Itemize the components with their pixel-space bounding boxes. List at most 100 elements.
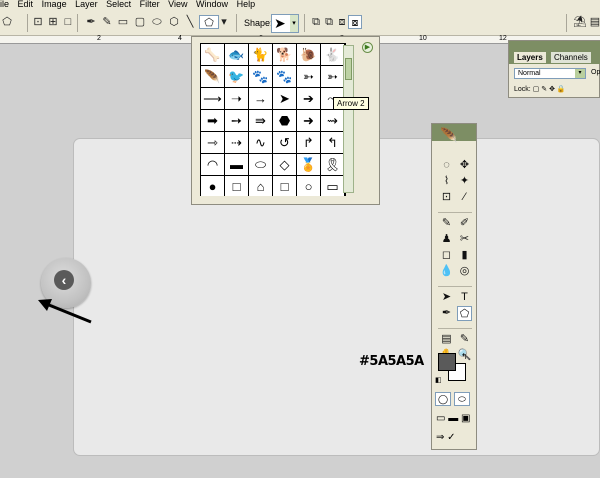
screen-mode-buttons: ▭ ▬ ▣: [436, 411, 472, 427]
lock-label: Lock:: [514, 86, 531, 93]
shape-swatch[interactable]: 🪶: [201, 66, 224, 87]
blend-mode-value: Normal: [518, 70, 541, 77]
tool-button[interactable]: ✒: [439, 306, 454, 321]
shape-swatch[interactable]: ➝: [225, 88, 248, 109]
layers-panel: Layers Channels Normal ▾ Op Lock: ▢ ✎ ✥ …: [508, 40, 600, 98]
separator: [438, 206, 472, 213]
lock-all-icon[interactable]: 🔒: [557, 86, 566, 93]
full-screen-menu-icon[interactable]: ▬: [448, 413, 458, 424]
tool-button[interactable]: ◌: [439, 158, 454, 173]
tool-button[interactable]: ✎: [439, 216, 454, 231]
full-screen-icon[interactable]: ▣: [461, 413, 470, 424]
chevron-down-icon[interactable]: ▾: [575, 69, 585, 78]
tool-button[interactable]: ▤: [439, 332, 454, 347]
feather-icon: 🪶: [440, 127, 458, 143]
tool-button[interactable]: ➤: [439, 290, 454, 305]
shape-swatch[interactable]: ⬭: [249, 154, 272, 175]
tab-channels[interactable]: Channels: [551, 52, 591, 63]
shape-swatch[interactable]: ↰: [321, 132, 344, 153]
shape-swatch[interactable]: ➔: [297, 88, 320, 109]
shape-swatch[interactable]: 🐦: [225, 66, 248, 87]
scrollbar-thumb[interactable]: [345, 58, 352, 80]
jump-to-icon[interactable]: ⇒: [436, 432, 444, 443]
tool-button[interactable]: ⌇: [439, 174, 454, 189]
lock-row: Lock: ▢ ✎ ✥ 🔒: [514, 85, 566, 93]
shape-swatch[interactable]: ◠: [201, 154, 224, 175]
tool-button[interactable]: 💧: [439, 264, 454, 279]
quick-mask-icon[interactable]: ⬭: [454, 392, 470, 406]
shape-tooltip: Arrow 2: [333, 97, 369, 110]
shape-swatch[interactable]: □: [225, 176, 248, 196]
shape-swatch[interactable]: 🦴: [201, 44, 224, 65]
tool-button[interactable]: ⊡: [439, 190, 454, 205]
shape-swatch[interactable]: ◇: [273, 154, 296, 175]
color-hex-annotation: #5A5A5A: [359, 354, 424, 369]
separator: [438, 322, 472, 329]
swap-colors-icon[interactable]: ↰: [461, 352, 468, 361]
separator: [438, 280, 472, 287]
tool-button[interactable]: ✐: [457, 216, 472, 231]
shape-swatch[interactable]: ○: [297, 176, 320, 196]
shape-swatch[interactable]: ▬: [225, 154, 248, 175]
lock-transparency-icon[interactable]: ▢: [533, 86, 540, 93]
shape-swatch[interactable]: 🐇: [321, 44, 344, 65]
tool-row: ⊡ ⁄: [436, 190, 474, 206]
tool-button[interactable]: ✥: [457, 158, 472, 173]
tool-button[interactable]: ◎: [457, 264, 472, 279]
photoshop-window: ile Edit Image Layer Select Filter View …: [0, 0, 600, 478]
shape-swatch[interactable]: ➤: [273, 88, 296, 109]
shape-swatch[interactable]: 🐕: [273, 44, 296, 65]
shape-swatch[interactable]: →: [249, 88, 272, 109]
tool-button[interactable]: ⁄: [457, 190, 472, 205]
toolbox-header[interactable]: 🪶: [432, 124, 476, 143]
shape-swatch[interactable]: 🐟: [225, 44, 248, 65]
shape-swatch[interactable]: ➜: [297, 110, 320, 131]
shape-picker-scrollbar[interactable]: [343, 45, 354, 193]
shape-swatch[interactable]: 🐾: [273, 66, 296, 87]
shape-swatch[interactable]: ➳: [297, 66, 320, 87]
shape-swatch[interactable]: ⇝: [321, 110, 344, 131]
tool-button[interactable]: ◻: [439, 248, 454, 263]
blend-mode-select[interactable]: Normal ▾: [514, 68, 586, 79]
shape-swatch[interactable]: ⇛: [249, 110, 272, 131]
standard-mode-icon[interactable]: ◯: [435, 392, 451, 406]
shape-swatch[interactable]: ↱: [297, 132, 320, 153]
tool-button[interactable]: ▮: [457, 248, 472, 263]
tool-button[interactable]: ♟: [439, 232, 454, 247]
tool-row: ◻ ▮: [436, 248, 474, 264]
shape-swatch[interactable]: ∿: [249, 132, 272, 153]
shape-swatch[interactable]: ⌂: [249, 176, 272, 196]
tool-button[interactable]: T: [457, 290, 472, 305]
tool-button[interactable]: ✎: [457, 332, 472, 347]
shape-swatch[interactable]: ⟶: [201, 88, 224, 109]
foreground-color-swatch[interactable]: [438, 353, 456, 371]
opacity-label: Op: [591, 69, 600, 76]
tool-button[interactable]: ⬠: [457, 306, 472, 321]
shape-swatch[interactable]: ➳: [321, 66, 344, 87]
shape-swatch[interactable]: 🎗: [321, 154, 344, 175]
lock-position-icon[interactable]: ✥: [549, 86, 555, 93]
shape-swatch[interactable]: ➡: [201, 110, 224, 131]
picker-menu-icon[interactable]: ▶: [362, 42, 373, 53]
tool-button[interactable]: ✂: [457, 232, 472, 247]
default-colors-icon[interactable]: ◧: [435, 376, 442, 384]
shape-swatch[interactable]: ⬣: [273, 110, 296, 131]
shape-swatch[interactable]: 🐾: [249, 66, 272, 87]
imageready-icon[interactable]: ✓: [447, 432, 455, 443]
shape-swatch[interactable]: ⇢: [225, 132, 248, 153]
shape-swatch[interactable]: ▭: [321, 176, 344, 196]
shape-swatch[interactable]: 🐈: [249, 44, 272, 65]
tool-button[interactable]: ✦: [457, 174, 472, 189]
lock-image-icon[interactable]: ✎: [541, 86, 547, 93]
tab-layers[interactable]: Layers: [514, 52, 546, 63]
shape-swatch[interactable]: □: [273, 176, 296, 196]
pointer-arrow-shaft: [43, 301, 92, 324]
shape-swatch[interactable]: ●: [201, 176, 224, 196]
shape-swatch[interactable]: 🏅: [297, 154, 320, 175]
shape-swatch[interactable]: ➙: [225, 110, 248, 131]
shape-swatch[interactable]: 🐌: [297, 44, 320, 65]
shape-swatch[interactable]: ↺: [273, 132, 296, 153]
tool-row: ▤ ✎: [436, 332, 474, 348]
standard-screen-icon[interactable]: ▭: [436, 413, 445, 424]
shape-swatch[interactable]: ⇾: [201, 132, 224, 153]
